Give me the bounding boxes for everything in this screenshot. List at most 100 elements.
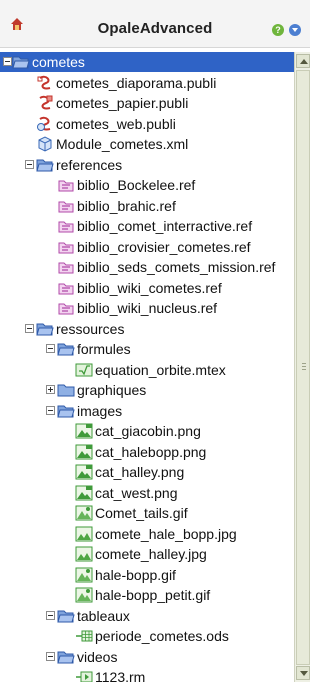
tree-item-label: cometes_web.publi [56,116,176,132]
ref-icon [57,218,75,234]
tree-row-comete-halley-jpg[interactable]: comete_halley.jpg [0,544,294,564]
tree-row-biblio-brahic-ref[interactable]: biblio_brahic.ref [0,196,294,216]
scroll-thumb[interactable] [296,70,310,665]
publi-papier-icon [36,95,54,111]
publi-web-icon [36,116,54,132]
tree-item-label: biblio_brahic.ref [77,198,176,214]
tree-item-label: biblio_wiki_cometes.ref [77,280,222,296]
down-arrow-menu-icon[interactable] [289,24,301,36]
tree-item-label: biblio_crovisier_cometes.ref [77,239,251,255]
ref-icon [57,177,75,193]
tree-item-label: 1123.rm [95,669,146,682]
tree-item-label: formules [77,341,131,357]
tree-item-label: cat_halebopp.png [95,444,207,460]
module-xml-icon [36,136,54,152]
collapse-toggle-icon[interactable] [46,344,55,353]
tree-item-label: cat_west.png [95,485,178,501]
collapse-toggle-icon[interactable] [25,324,34,333]
tree-item-label: biblio_comet_interractive.ref [77,218,253,234]
tree-row-1123-rm[interactable]: 1123.rm [0,667,294,682]
ref-icon [57,239,75,255]
tree-item-label: cometes_diaporama.publi [56,75,217,91]
tree-item-label: biblio_seds_comets_mission.ref [77,259,276,275]
tree-item-label: cometes [32,54,85,70]
tree-item-label: cat_giacobin.png [95,423,201,439]
gif-image-icon [75,587,93,603]
tree-row-periode-cometes-ods[interactable]: periode_cometes.ods [0,626,294,646]
tree-row-cat-halebopp-png[interactable]: cat_halebopp.png [0,442,294,462]
panel-title: OpaleAdvanced [97,20,213,37]
tree-row-hale-bopp-gif[interactable]: hale-bopp.gif [0,565,294,585]
png-image-icon [75,464,93,480]
tree-item-label: hale-bopp_petit.gif [95,587,211,603]
png-image-icon [75,423,93,439]
jpg-image-icon [75,526,93,542]
tree-row-equation-orbite-mtex[interactable]: equation_orbite.mtex [0,360,294,380]
formula-icon [75,362,93,378]
tree-item-label: biblio_wiki_nucleus.ref [77,300,218,316]
collapse-toggle-icon[interactable] [3,57,12,66]
tree-row-biblio-comet-interractive-ref[interactable]: biblio_comet_interractive.ref [0,216,294,236]
tree-row-cat-west-png[interactable]: cat_west.png [0,483,294,503]
tree-row-cometes-diaporama-publi[interactable]: cometes_diaporama.publi [0,73,294,93]
tree-row-module-cometes-xml[interactable]: Module_cometes.xml [0,134,294,154]
tree-item-label: ressources [56,321,125,337]
tree-item-label: periode_cometes.ods [95,628,229,644]
file-tree: cometes cometes_diaporama.publi cometes_pa… [0,52,294,682]
tree-row-comet-tails-gif[interactable]: Comet_tails.gif [0,503,294,523]
collapse-toggle-icon[interactable] [46,406,55,415]
tree-item-label: biblio_Bockelee.ref [77,177,196,193]
ref-icon [57,198,75,214]
tree-item-label: comete_halley.jpg [95,546,207,562]
tree-row-references[interactable]: references [0,155,294,175]
folder-closed-icon [57,382,75,398]
tree-row-biblio-wiki-cometes-ref[interactable]: biblio_wiki_cometes.ref [0,278,294,298]
panel-header: OpaleAdvanced ? [0,0,310,48]
scroll-down-button[interactable] [296,666,310,680]
tree-item-label: Comet_tails.gif [95,505,188,521]
folder-open-icon [57,403,75,419]
tree-row-cat-halley-png[interactable]: cat_halley.png [0,462,294,482]
folder-open-icon [36,157,54,173]
tree-item-label: equation_orbite.mtex [95,362,226,378]
tree-item-label: Module_cometes.xml [56,136,189,152]
tree-row-ressources[interactable]: ressources [0,319,294,339]
png-image-icon [75,485,93,501]
tree-row-biblio-wiki-nucleus-ref[interactable]: biblio_wiki_nucleus.ref [0,298,294,318]
collapse-toggle-icon[interactable] [46,611,55,620]
folder-open-icon [57,649,75,665]
jpg-image-icon [75,546,93,562]
ref-icon [57,300,75,316]
help-icon[interactable]: ? [272,24,284,36]
tree-row-graphiques[interactable]: graphiques [0,380,294,400]
tree-row-comete-hale-bopp-jpg[interactable]: comete_hale_bopp.jpg [0,524,294,544]
spreadsheet-icon [75,628,93,644]
tree-item-label: graphiques [77,382,147,398]
tree-row-formules[interactable]: formules [0,339,294,359]
tree-item-label: videos [77,649,118,665]
tree-row-biblio-bockelee-ref[interactable]: biblio_Bockelee.ref [0,175,294,195]
expand-toggle-icon[interactable] [46,385,55,394]
tree-item-label: references [56,157,123,173]
folder-open-icon [36,321,54,337]
tree-item-label: tableaux [77,608,130,624]
tree-row-tableaux[interactable]: tableaux [0,606,294,626]
tree-row-biblio-seds-comets-mission-ref[interactable]: biblio_seds_comets_mission.ref [0,257,294,277]
tree-row-cometes-web-publi[interactable]: cometes_web.publi [0,114,294,134]
tree-row-hale-bopp-petit-gif[interactable]: hale-bopp_petit.gif [0,585,294,605]
tree-row-images[interactable]: images [0,401,294,421]
png-image-icon [75,444,93,460]
scroll-up-button[interactable] [296,54,310,68]
video-icon [75,669,93,682]
tree-row-videos[interactable]: videos [0,647,294,667]
tree-row-cometes[interactable]: cometes [0,52,294,72]
tree-row-cometes-papier-publi[interactable]: cometes_papier.publi [0,93,294,113]
tree-row-biblio-crovisier-cometes-ref[interactable]: biblio_crovisier_cometes.ref [0,237,294,257]
tree-item-label: cometes_papier.publi [56,95,189,111]
collapse-toggle-icon[interactable] [46,652,55,661]
tree-item-label: cat_halley.png [95,464,185,480]
vertical-scrollbar[interactable] [294,52,310,682]
tree-row-cat-giacobin-png[interactable]: cat_giacobin.png [0,421,294,441]
collapse-toggle-icon[interactable] [25,160,34,169]
gif-image-icon [75,505,93,521]
